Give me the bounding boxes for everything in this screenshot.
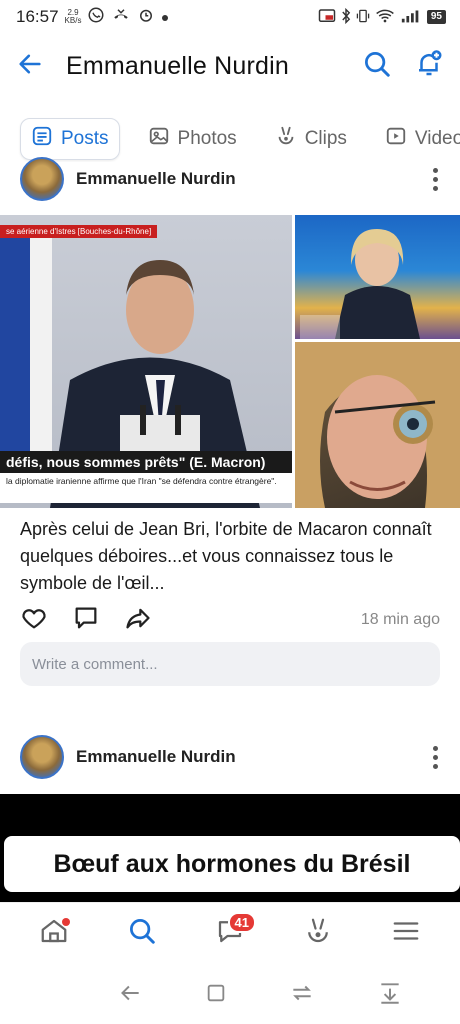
wifi-icon bbox=[375, 8, 395, 26]
nav-home[interactable] bbox=[30, 910, 78, 958]
tab-photos-label: Photos bbox=[177, 128, 237, 149]
clips-icon bbox=[275, 125, 297, 153]
bluetooth-icon bbox=[341, 7, 351, 26]
comment-input[interactable]: Write a comment... bbox=[20, 642, 440, 686]
search-icon[interactable] bbox=[362, 49, 392, 84]
nav-messages[interactable]: 41 bbox=[206, 910, 256, 958]
post-timestamp: 18 min ago bbox=[360, 611, 440, 628]
post-author[interactable]: Emmanuelle Nurdin bbox=[76, 747, 236, 767]
comment-bubble-icon[interactable] bbox=[72, 604, 100, 637]
tab-photos[interactable]: Photos bbox=[138, 118, 247, 160]
tab-clips-label: Clips bbox=[304, 128, 347, 149]
media-banner-sub: la diplomatie iranienne affirme que l'Ir… bbox=[0, 473, 292, 503]
photos-icon bbox=[148, 125, 170, 153]
system-home-icon[interactable] bbox=[205, 982, 227, 1009]
search-icon bbox=[127, 916, 157, 951]
post-caption: Après celui de Jean Bri, l'orbite de Mac… bbox=[20, 519, 432, 593]
system-dropdown-icon[interactable] bbox=[377, 980, 403, 1011]
media-banner: défis, nous sommes prêts" (E. Macron) bbox=[0, 451, 292, 473]
status-time: 16:57 bbox=[16, 7, 59, 26]
missed-call-icon bbox=[111, 6, 131, 29]
like-heart-icon[interactable] bbox=[20, 604, 48, 637]
page-title: Emmanuelle Nurdin bbox=[66, 51, 289, 80]
avatar[interactable] bbox=[20, 157, 64, 201]
tab-posts-label: Posts bbox=[61, 128, 109, 149]
video-caption-overlay: Bœuf aux hormones du Brésil bbox=[4, 836, 460, 892]
whatsapp-icon bbox=[87, 6, 105, 29]
notification-add-icon[interactable] bbox=[414, 49, 444, 84]
bottom-navigation: 41 bbox=[0, 902, 460, 964]
more-options-icon[interactable] bbox=[430, 167, 440, 191]
back-arrow-icon[interactable] bbox=[16, 50, 44, 83]
status-bar: 16:57 2.9 KB/s 95 bbox=[0, 0, 460, 34]
nav-clips[interactable] bbox=[294, 910, 342, 958]
post-header: Emmanuelle Nurdin bbox=[20, 735, 440, 779]
post-author[interactable]: Emmanuelle Nurdin bbox=[76, 169, 236, 189]
cast-icon bbox=[318, 8, 336, 26]
videos-icon bbox=[385, 125, 407, 153]
media-chyron-top: se aérienne d'Istres [Bouches-du-Rhône] bbox=[0, 225, 158, 238]
nav-menu[interactable] bbox=[382, 910, 430, 958]
tab-videos[interactable]: Videos bbox=[375, 118, 460, 160]
profile-tabs: Posts Photos Clips Videos bbox=[0, 116, 460, 162]
post-image-main[interactable]: se aérienne d'Istres [Bouches-du-Rhône] … bbox=[0, 215, 292, 508]
post-header: Emmanuelle Nurdin bbox=[20, 157, 440, 201]
system-back-icon[interactable] bbox=[117, 980, 143, 1011]
home-notification-dot bbox=[62, 917, 70, 926]
post-image-bottom-right[interactable] bbox=[295, 342, 460, 508]
posts-icon bbox=[31, 125, 53, 153]
network-speed: 2.9 KB/s bbox=[65, 9, 82, 25]
tab-posts[interactable]: Posts bbox=[20, 118, 120, 160]
signal-icon bbox=[400, 9, 422, 25]
hamburger-menu-icon bbox=[391, 916, 421, 951]
more-options-icon[interactable] bbox=[430, 745, 440, 769]
system-navigation bbox=[0, 966, 460, 1024]
app-header: Emmanuelle Nurdin bbox=[0, 38, 460, 94]
system-recents-icon[interactable] bbox=[289, 980, 315, 1011]
tab-videos-label: Videos bbox=[414, 128, 460, 149]
post-media-grid[interactable]: se aérienne d'Istres [Bouches-du-Rhône] … bbox=[0, 215, 460, 508]
tab-clips[interactable]: Clips bbox=[265, 118, 357, 160]
vibrate-icon bbox=[356, 8, 370, 26]
post-actions: 18 min ago bbox=[20, 604, 440, 636]
share-arrow-icon[interactable] bbox=[124, 604, 152, 637]
notification-dot-icon bbox=[161, 7, 169, 27]
network-speed-unit: KB/s bbox=[64, 16, 82, 25]
post-image-top-right[interactable] bbox=[295, 215, 460, 339]
nav-search[interactable] bbox=[118, 910, 166, 958]
clips-icon bbox=[303, 916, 333, 951]
battery-indicator: 95 bbox=[426, 10, 446, 24]
messages-badge: 41 bbox=[227, 911, 256, 933]
avatar[interactable] bbox=[20, 735, 64, 779]
alarm-icon bbox=[137, 6, 155, 29]
